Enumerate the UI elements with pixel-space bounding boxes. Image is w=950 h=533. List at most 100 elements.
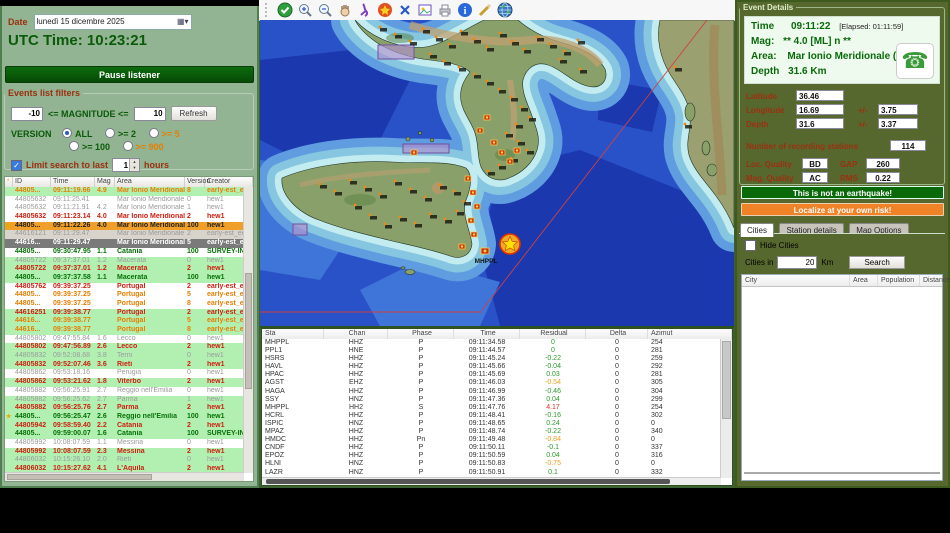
measure-pencil-icon[interactable] (476, 2, 493, 19)
version-radio-5[interactable]: >= 5 (148, 128, 180, 139)
event-row[interactable]: 44805632 09:11:23.14 4.0 Mar Ionio Merid… (5, 213, 244, 222)
cities-horizontal-scrollbar[interactable] (744, 472, 940, 474)
event-row[interactable]: 44805762 09:39:37.25 Portugal 2 early-es… (5, 282, 244, 292)
event-row[interactable]: 44805942 09:58:59.40 2.2 Catania 2 hew1 (5, 421, 244, 431)
station-row[interactable]: MHPPL HH2 S 09:11:47.76 4.17 0 254 (262, 403, 721, 412)
event-row[interactable]: 44805862 09:53:21.62 1.8 Viterbo 2 hew1 (5, 378, 244, 387)
info-icon[interactable]: i (456, 2, 473, 19)
event-row[interactable]: 44616121 09:11:29.47 Mar Ionio Meridiona… (5, 230, 244, 240)
event-row[interactable]: 44805802 09:47:55.84 1.6 Lecco 0 hew1 (5, 334, 244, 344)
delete-x-icon[interactable] (396, 2, 413, 19)
toolbar-grip[interactable] (265, 3, 270, 17)
scrollbar-thumb[interactable] (266, 479, 670, 484)
station-row[interactable]: HAGA HHZ P 09:11:46.99 -0.46 0 304 (262, 387, 721, 396)
radius-input[interactable] (777, 256, 818, 269)
station-row[interactable]: MPAZ HHZ P 09:11:48.74 -0.22 0 340 (262, 428, 721, 437)
event-row[interactable]: 44805722 09:37:37.01 1.2 Macerata 2 hew1 (5, 265, 244, 274)
print-icon[interactable] (436, 2, 453, 19)
rms-value[interactable]: 0.22 (866, 172, 900, 183)
event-row[interactable]: 44805832 09:52:07.46 3.6 Rieti 2 hew1 (5, 360, 244, 370)
event-row[interactable]: ★ 44805... 09:11:22.26 4.0 Mar Ionio Mer… (5, 221, 244, 231)
magnitude-max-input[interactable] (133, 106, 166, 121)
event-row[interactable]: 44805722 09:37:37.01 1.2 Macerata 0 hew1 (5, 256, 244, 266)
event-row[interactable]: 44805632 09:11:25.41 Mar Ionio Meridiona… (5, 195, 244, 205)
globe-icon[interactable] (496, 2, 513, 19)
localize-button[interactable]: Localize at your own risk! (741, 203, 944, 216)
version-radio-all[interactable]: ALL (62, 128, 93, 139)
date-picker[interactable]: lunedì 15 dicembre 2025 ▦▾ (33, 13, 192, 30)
zoom-in-icon[interactable] (296, 2, 313, 19)
longitude-error[interactable]: 3.75 (878, 104, 918, 115)
station-row[interactable]: CNDF HHZ P 09:11:50.11 -0.1 0 337 (262, 444, 721, 453)
hide-cities-checkbox[interactable] (745, 240, 756, 251)
hours-spinner[interactable]: ▲▼ (112, 158, 141, 172)
event-row[interactable]: 44805... 09:11:19.66 4.9 Mar Ionio Merid… (5, 187, 244, 196)
loc-quality[interactable]: BD (802, 158, 828, 169)
epicenter-star-icon[interactable] (376, 2, 393, 19)
version-radio-2[interactable]: >= 2 (105, 128, 136, 139)
radio-icon[interactable] (105, 128, 116, 138)
depth-field-value[interactable]: 31.6 (796, 118, 844, 129)
longitude-value[interactable]: 16.69 (796, 104, 844, 115)
call-button[interactable]: ☎ (896, 43, 934, 79)
station-row[interactable]: ISPIC HNZ P 09:11:48.65 0.24 0 0 (262, 419, 721, 429)
events-vertical-scrollbar[interactable] (243, 187, 253, 473)
event-row[interactable]: 44805... 09:37:37.58 1.1 Macerata 100 he… (5, 273, 244, 283)
mag-quality[interactable]: AC (802, 172, 828, 183)
event-row[interactable]: 44805862 09:53:18.16 Perugia 0 hew1 (5, 369, 244, 379)
station-row[interactable]: HLNI HNZ P 09:11:50.83 -0.75 0 0 (262, 460, 721, 469)
station-row[interactable]: HMDC HHZ Pn 09:11:49.48 -0.84 0 0 (262, 436, 721, 445)
version-radio-100[interactable]: >= 100 (69, 141, 110, 152)
stations-horizontal-scrollbar[interactable] (262, 477, 721, 485)
map[interactable]: MHPPL (257, 0, 758, 328)
event-row[interactable]: 44805... 09:30:47.95 1.1 Catania 100 SUR… (5, 247, 244, 257)
event-row[interactable]: 44805882 09:56:25.62 2.7 Parma 1 hew1 (5, 395, 244, 405)
spinner-arrows-icon[interactable]: ▲ ▼ (129, 159, 140, 171)
station-row[interactable]: HAVL HHZ P 09:11:45.66 -0.04 0 292 (262, 363, 721, 372)
station-row[interactable]: PPL1 HNE P 09:11:44.57 0 0 281 (262, 347, 721, 356)
zoom-out-icon[interactable] (316, 2, 333, 19)
event-row[interactable]: ★ 44805... 09:56:25.47 2.6 Reggio nell'E… (5, 412, 244, 422)
event-row[interactable]: 44805... 09:39:37.25 Portugal 5 early-es… (5, 291, 244, 300)
station-row[interactable]: HCRL HHZ P 09:11:48.41 -0.16 0 302 (262, 411, 721, 420)
hours-input[interactable] (113, 159, 130, 171)
event-row[interactable]: 44616251 09:39:38.77 Portugal 2 early-es… (5, 308, 244, 318)
radio-icon[interactable] (69, 141, 79, 151)
event-row[interactable]: 44616... 09:39:38.77 Portugal 8 early-es… (5, 326, 244, 335)
event-row[interactable]: 44616... 09:11:29.47 Mar Ionio Meridiona… (5, 239, 244, 248)
search-button[interactable]: Search (849, 256, 905, 269)
event-row[interactable]: 44805992 10:08:07.59 2.3 Messina 2 hew1 (5, 447, 244, 457)
station-row[interactable]: EPOZ HHZ P 09:11:50.59 0.04 0 316 (262, 452, 721, 461)
station-row[interactable]: SSY HNZ P 09:11:47.36 0.04 0 299 (262, 395, 721, 404)
radio-icon[interactable] (122, 141, 133, 151)
event-row[interactable]: 44616... 09:39:38.77 Portugal 5 early-es… (5, 317, 244, 326)
magnitude-min-input[interactable] (11, 106, 43, 121)
stations-vertical-scrollbar[interactable] (720, 339, 732, 478)
event-row[interactable]: 44805992 10:08:07.59 1.1 Messina 0 hew1 (5, 438, 244, 448)
event-row[interactable]: 44805... 09:59:00.07 1.6 Catania 100 SUR… (5, 430, 244, 439)
italy-region-icon[interactable] (356, 2, 373, 19)
confirm-icon[interactable] (276, 2, 293, 19)
depth-error[interactable]: 3.37 (878, 118, 918, 129)
station-row[interactable]: HSRS HHZ P 09:11:45.24 -0.22 0 259 (262, 355, 721, 364)
refresh-button[interactable]: Refresh (170, 106, 217, 121)
pause-listener-button[interactable]: Pause listener (5, 66, 254, 83)
station-row[interactable]: HPAC HHZ P 09:11:45.69 0.03 0 281 (262, 371, 721, 380)
event-row[interactable]: 44805802 09:47:56.89 2.6 Lecco 2 hew1 (5, 343, 244, 353)
event-row[interactable]: 44805832 09:52:08.68 3.8 Terni 0 hew1 (5, 352, 244, 361)
event-row[interactable]: 44805... 09:39:37.25 Portugal 8 early-es… (5, 299, 244, 309)
event-row[interactable]: 44805882 09:56:25.91 2.7 Reggio nell'Emi… (5, 386, 244, 396)
radio-icon[interactable] (148, 128, 159, 138)
station-row[interactable]: AGST EHZ P 09:11:46.03 -0.54 0 305 (262, 379, 721, 388)
event-row[interactable]: 44805882 09:56:25.76 2.7 Parma 2 hew1 (5, 404, 244, 413)
epicenter-marker[interactable] (499, 233, 521, 255)
scrollbar-thumb[interactable] (722, 341, 731, 420)
pan-hand-icon[interactable] (336, 2, 353, 19)
version-radio-900[interactable]: >= 900 (122, 141, 164, 152)
station-row[interactable]: LAZR HNZ P 09:11:50.91 0.1 0 332 (262, 468, 721, 477)
scrollbar-thumb[interactable] (245, 272, 252, 390)
not-earthquake-button[interactable]: This is not an earthquake! (741, 186, 944, 199)
tab-cities[interactable]: Cities (740, 223, 775, 237)
snapshot-icon[interactable] (416, 2, 433, 19)
events-horizontal-scrollbar[interactable] (5, 472, 244, 481)
